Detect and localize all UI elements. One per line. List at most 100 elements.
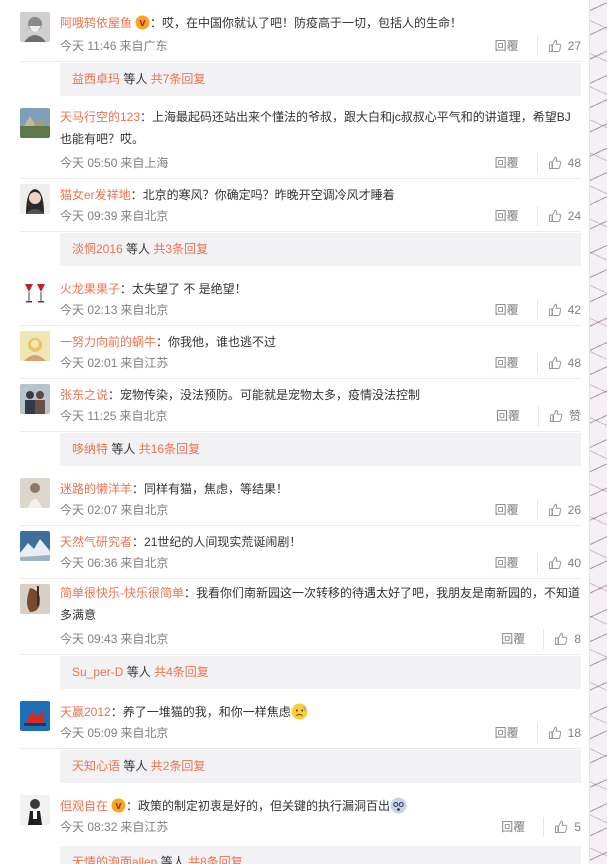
- thumbs-up-icon: [548, 556, 561, 569]
- thumbs-up-icon: [555, 632, 568, 645]
- comment-time: 今天 11:46: [60, 39, 117, 53]
- thumbs-up-icon: [548, 303, 561, 316]
- like-button[interactable]: 18: [548, 723, 581, 743]
- reply-button[interactable]: 回覆: [495, 723, 538, 743]
- comment-username[interactable]: 一努力向前的蜗牛: [60, 335, 156, 349]
- like-button[interactable]: 40: [548, 553, 581, 573]
- like-button[interactable]: 48: [548, 353, 581, 373]
- comment-username[interactable]: 猫女er发祥地: [60, 188, 131, 202]
- reply-button[interactable]: 回覆: [495, 553, 538, 573]
- like-count: 26: [567, 503, 581, 517]
- reply-button[interactable]: 回覆: [495, 206, 538, 226]
- sub-reply-bar[interactable]: Su_per-D 等人 共4条回复: [60, 656, 581, 689]
- thumbs-up-icon: [548, 39, 561, 52]
- thumbs-up-icon: [548, 356, 561, 369]
- like-count: 8: [574, 632, 581, 646]
- sub-reply-user[interactable]: Su_per-D: [72, 665, 123, 679]
- like-button[interactable]: 8: [554, 629, 581, 649]
- avatar[interactable]: [20, 478, 50, 508]
- like-button[interactable]: 5: [554, 817, 581, 837]
- comment-source: 来自江苏: [120, 820, 169, 834]
- comment-item: 阿哦鸫依屋鱼 V ：哎，在中国你就认了吧！防疫高于一切，包括人的生命！ 今天 11:…: [20, 12, 581, 62]
- thumbs-up-icon: [555, 820, 568, 833]
- avatar[interactable]: [20, 531, 50, 561]
- comment-username[interactable]: 天赢2012: [60, 705, 111, 719]
- thumbs-up-icon: [548, 156, 561, 169]
- avatar[interactable]: [20, 331, 50, 361]
- sub-reply-count[interactable]: 共7条回复: [151, 72, 206, 86]
- like-count: 48: [567, 356, 581, 370]
- comment-text: ：北京的寒风？你确定吗？昨晚开空调冷风才睡着: [130, 188, 395, 202]
- comment-text: ：太失望了 不 是绝望！: [120, 282, 247, 296]
- avatar[interactable]: [20, 278, 50, 308]
- avatar[interactable]: [20, 184, 50, 214]
- avatar[interactable]: [20, 384, 50, 414]
- comment-username[interactable]: 张东之说: [60, 388, 108, 402]
- comment-username[interactable]: 简单很快乐-快乐很简单: [60, 586, 184, 600]
- comment-username[interactable]: 天马行空的123: [60, 110, 140, 124]
- sub-reply-bar[interactable]: 益西卓玛 等人 共7条回复: [60, 63, 581, 96]
- comment-time: 今天 09:39: [60, 209, 118, 223]
- like-count: 18: [567, 726, 581, 740]
- sub-reply-user[interactable]: 哆纳特: [72, 442, 108, 456]
- thumbs-up-icon: [549, 409, 563, 422]
- comment-source: 来自广东: [119, 39, 168, 53]
- comment-username[interactable]: 迷路的懒洋羊: [60, 482, 132, 496]
- reply-button[interactable]: 回覆: [495, 36, 538, 56]
- comment-time: 今天 02:13: [60, 303, 118, 317]
- comment-item: 猫女er发祥地：北京的寒风？你确定吗？昨晚开空调冷风才睡着 今天 09:39 来自…: [20, 184, 581, 232]
- comment-source: 来自北京: [119, 409, 168, 423]
- like-button[interactable]: 26: [548, 500, 581, 520]
- sub-reply-others: 等人: [160, 855, 185, 864]
- comment-time: 今天 05:09: [60, 726, 118, 740]
- avatar[interactable]: [20, 584, 50, 614]
- worried-face-emoji-icon: [291, 703, 308, 720]
- comment-username[interactable]: 天然气研究者: [60, 535, 132, 549]
- sub-reply-count[interactable]: 共8条回复: [188, 855, 243, 864]
- reply-button[interactable]: 回覆: [495, 153, 538, 173]
- sub-reply-bar[interactable]: 无情的泡面allen 等人 共8条回复: [60, 846, 581, 864]
- sub-reply-count[interactable]: 共16条回复: [139, 442, 200, 456]
- comment-source: 来自北京: [120, 503, 169, 517]
- sub-reply-others: 等人: [126, 242, 151, 256]
- like-button[interactable]: 42: [548, 300, 581, 320]
- reply-button[interactable]: 回覆: [501, 817, 545, 837]
- reply-button[interactable]: 回覆: [496, 406, 539, 426]
- sub-reply-count[interactable]: 共2条回复: [151, 759, 206, 773]
- like-count: 5: [574, 820, 581, 834]
- comment-username[interactable]: 火龙果果子: [60, 282, 120, 296]
- comment-text: ：养了一堆猫的我，和你一样焦虑: [110, 705, 291, 719]
- avatar[interactable]: [20, 701, 50, 731]
- like-button[interactable]: 赞: [549, 406, 581, 426]
- like-button[interactable]: 48: [548, 153, 581, 173]
- comment-item: 天赢2012：养了一堆猫的我，和你一样焦虑 今天 05:09 来自北京 回覆 18: [20, 701, 581, 749]
- sub-reply-bar[interactable]: 哆纳特 等人 共16条回复: [60, 433, 581, 466]
- comment-username[interactable]: 但观自在: [60, 799, 108, 813]
- sub-reply-user[interactable]: 无情的泡面allen: [72, 855, 157, 864]
- svg-text:V: V: [139, 19, 146, 28]
- comment-text: ：哎，在中国你就认了吧！防疫高于一切，包括人的生命！: [150, 16, 463, 30]
- comment-text: ：同样有猫，焦虑，等结果！: [132, 482, 289, 496]
- avatar[interactable]: [20, 12, 50, 42]
- like-button[interactable]: 24: [548, 206, 581, 226]
- comment-source: 来自北京: [120, 209, 169, 223]
- comment-item: 但观自在 V ：政策的制定初衷是好的，但关键的执行漏洞百出 今天 08:32 来自江苏…: [20, 795, 581, 843]
- reply-button[interactable]: 回覆: [495, 300, 538, 320]
- sub-reply-others: 等人: [123, 759, 148, 773]
- sub-reply-user[interactable]: 淡惘2016: [72, 242, 123, 256]
- reply-button[interactable]: 回覆: [495, 500, 538, 520]
- like-button[interactable]: 27: [548, 36, 581, 56]
- comment-username[interactable]: 阿哦鸫依屋鱼: [60, 16, 132, 30]
- sub-reply-bar[interactable]: 天知心语 等人 共2条回复: [60, 750, 581, 783]
- reply-button[interactable]: 回覆: [501, 629, 545, 649]
- sub-reply-count[interactable]: 共3条回复: [153, 242, 208, 256]
- avatar[interactable]: [20, 108, 50, 138]
- avatar[interactable]: [20, 795, 50, 825]
- reply-button[interactable]: 回覆: [495, 353, 538, 373]
- comment-text: ：你我他，谁也逃不过: [156, 335, 277, 349]
- sub-reply-count[interactable]: 共4条回复: [154, 665, 209, 679]
- sub-reply-user[interactable]: 天知心语: [72, 759, 120, 773]
- comment-time: 今天 11:25: [60, 409, 117, 423]
- sub-reply-bar[interactable]: 淡惘2016 等人 共3条回复: [60, 233, 581, 266]
- sub-reply-user[interactable]: 益西卓玛: [72, 72, 120, 86]
